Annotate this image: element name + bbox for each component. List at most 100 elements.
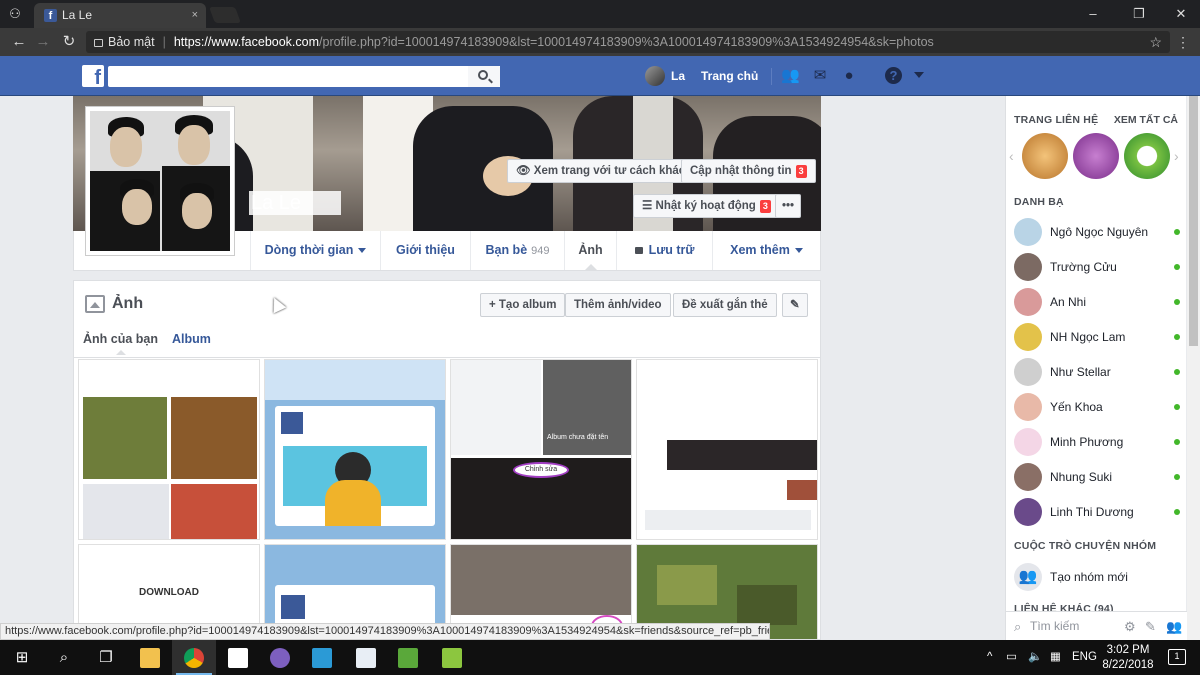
see-all-link[interactable]: XEM TẤT CẢ	[1114, 114, 1178, 126]
chevron-left-icon[interactable]: ‹	[1009, 148, 1014, 164]
profile-name[interactable]: La Le	[249, 191, 341, 215]
photo-thumbnail[interactable]	[264, 359, 446, 540]
forward-icon[interactable]: →	[32, 32, 54, 52]
contact-item[interactable]: An Nhi	[1012, 286, 1184, 318]
browser-tab[interactable]: f La Le ×	[34, 3, 206, 28]
photo-editor-icon-glyph	[356, 648, 376, 669]
more-options-button[interactable]: •••	[775, 194, 802, 218]
tab-more[interactable]: Xem thêm	[712, 231, 820, 270]
photo-thumbnail[interactable]	[78, 359, 260, 540]
contact-item[interactable]: Minh Phương	[1012, 426, 1184, 458]
browser-menu-icon[interactable]: ⋮	[1176, 34, 1190, 51]
activity-log-button[interactable]: ☰ Nhật ký hoạt động 3	[633, 194, 780, 218]
language-indicator[interactable]: ENG	[1072, 640, 1097, 675]
group-icon[interactable]: 👥	[1166, 619, 1182, 635]
tab-friends[interactable]: Bạn bè 949	[470, 231, 564, 270]
reload-icon[interactable]: ↻	[58, 32, 80, 52]
new-tab-button[interactable]	[209, 7, 241, 23]
friend-requests-icon[interactable]: 👥	[781, 67, 800, 85]
search-button[interactable]	[468, 66, 500, 87]
photo-editor-icon[interactable]	[344, 640, 388, 675]
sticky-notes-icon[interactable]	[216, 640, 260, 675]
contact-name: Linh Thi Dương	[1050, 505, 1134, 519]
sidebar-scrollbar[interactable]	[1187, 96, 1200, 640]
contact-item[interactable]: Linh Thi Dương	[1012, 496, 1184, 528]
friends-count: 949	[531, 245, 550, 257]
profile-link[interactable]: La	[671, 69, 685, 83]
add-photos-button[interactable]: Thêm ảnh/video	[565, 293, 671, 317]
create-album-button[interactable]: + Tạo album	[480, 293, 566, 317]
page-avatar[interactable]	[1124, 133, 1170, 179]
contact-item[interactable]: Nhung Suki	[1012, 461, 1184, 493]
tab-archive[interactable]: Lưu trữ	[616, 231, 712, 270]
show-hidden-icons-icon[interactable]: ^	[987, 640, 992, 675]
contact-item[interactable]: NH Ngọc Lam	[1012, 321, 1184, 353]
camtasia-icon[interactable]	[386, 640, 430, 675]
facebook-logo[interactable]: f	[82, 65, 104, 87]
battery-icon[interactable]: ▭	[1006, 640, 1017, 675]
page-avatar[interactable]	[1073, 133, 1119, 179]
user-avatar[interactable]	[645, 66, 665, 86]
chrome-icon[interactable]	[172, 640, 216, 675]
help-icon[interactable]: ?	[885, 67, 902, 84]
chevron-right-icon[interactable]: ›	[1174, 148, 1179, 164]
security-label: Bảo mật	[108, 35, 155, 49]
edit-icon[interactable]: ✎	[782, 293, 808, 317]
maximize-icon[interactable]: ❐	[1124, 4, 1154, 24]
group-add-icon: 👥	[1014, 563, 1042, 591]
word-icon[interactable]	[300, 640, 344, 675]
photo-fragment	[645, 510, 811, 530]
volume-icon[interactable]: 🔈	[1028, 640, 1042, 675]
home-link[interactable]: Trang chủ	[701, 69, 758, 83]
windows-start-icon[interactable]: ⊞	[0, 640, 44, 675]
gear-icon[interactable]: ⚙	[1124, 619, 1136, 635]
minimize-icon[interactable]: –	[1078, 4, 1108, 24]
network-icon[interactable]: ▦	[1050, 640, 1061, 675]
clock[interactable]: 3:02 PM 8/22/2018	[1098, 643, 1158, 673]
profile-picture[interactable]	[85, 106, 235, 256]
update-info-button[interactable]: Cập nhật thông tin 3	[681, 159, 816, 183]
photo-thumbnail[interactable]	[636, 359, 818, 540]
tab-your-photos[interactable]: Ảnh của bạn	[83, 332, 158, 355]
photo-fragment	[171, 397, 257, 479]
suggest-tags-button[interactable]: Đề xuất gắn thẻ	[673, 293, 777, 317]
address-bar[interactable]: Bảo mật | https://www.facebook.com/profile…	[86, 31, 1170, 53]
action-center-icon[interactable]: 1	[1168, 649, 1186, 665]
scrollbar-thumb[interactable]	[1189, 96, 1198, 346]
contact-item[interactable]: Trường Cửu	[1012, 251, 1184, 283]
contact-item[interactable]: Như Stellar	[1012, 356, 1184, 388]
account-menu-caret-icon[interactable]	[914, 72, 924, 78]
search-icon[interactable]: ⌕	[42, 640, 86, 675]
tab-photos[interactable]: Ảnh	[564, 231, 616, 270]
tab-timeline[interactable]: Dòng thời gian	[250, 231, 380, 270]
url-host: https://www.facebook.com	[173, 35, 320, 49]
viber-icon[interactable]	[258, 640, 302, 675]
new-group-button[interactable]: 👥 Tạo nhóm mới	[1006, 561, 1187, 593]
messenger-icon[interactable]: ✉	[811, 67, 829, 85]
compose-icon[interactable]: ✎	[1145, 619, 1156, 635]
contact-item[interactable]: Yến Khoa	[1012, 391, 1184, 423]
notifications-globe-icon[interactable]: ●	[840, 67, 858, 85]
bookmark-star-icon[interactable]: ☆	[1149, 34, 1162, 51]
back-icon[interactable]: ←	[8, 32, 30, 52]
tab-album[interactable]: Album	[172, 332, 211, 346]
close-tab-icon[interactable]: ×	[192, 3, 198, 28]
search-icon: ⌕	[1014, 619, 1022, 634]
page-avatar[interactable]	[1022, 133, 1068, 179]
sticky-notes-icon-glyph	[228, 648, 248, 669]
photo-thumbnail[interactable]: Album chưa đặt tên Chỉnh sửa	[450, 359, 632, 540]
camtasia-recorder-icon[interactable]	[430, 640, 474, 675]
windows-taskbar: ⊞ ⌕ ❐ ^ ▭ 🔈 ▦ ENG 3:02 PM 8/22/2018 1	[0, 640, 1200, 675]
facebook-search-input[interactable]	[108, 66, 500, 87]
tab-about[interactable]: Giới thiệu	[380, 231, 470, 270]
file-explorer-icon[interactable]	[128, 640, 172, 675]
contact-name: An Nhi	[1050, 295, 1087, 309]
contact-item[interactable]: Ngô Ngọc Nguyên	[1012, 216, 1184, 248]
chat-search-input[interactable]: Tìm kiếm	[1030, 619, 1079, 633]
contact-name: Ngô Ngọc Nguyên	[1050, 225, 1149, 239]
task-view-icon[interactable]: ❐	[84, 640, 128, 675]
view-as-button[interactable]: 👁 Xem trang với tư cách khác	[507, 159, 695, 183]
chat-search-bar[interactable]: ⌕ Tìm kiếm ⚙ ✎ 👥	[1006, 611, 1187, 640]
window-close-icon[interactable]: ✕	[1166, 4, 1196, 24]
chat-sidebar: TRANG LIÊN HỆ XEM TẤT CẢ ‹ › DANH BẠ Ngô…	[1005, 96, 1187, 640]
